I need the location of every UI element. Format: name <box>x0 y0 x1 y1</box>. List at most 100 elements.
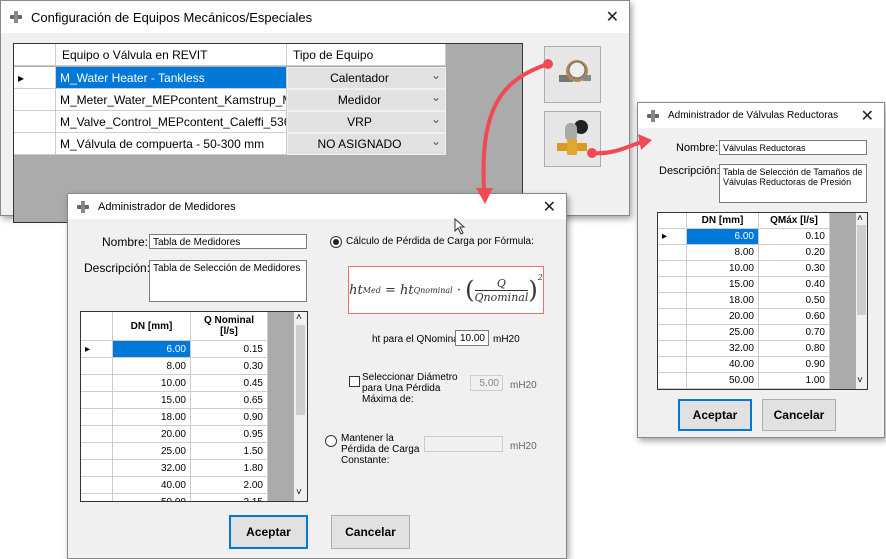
equipment-name-cell[interactable]: M_Valve_Control_MEPcontent_Caleffi_5360.… <box>56 111 287 133</box>
equipment-type-combo[interactable]: Medidor ⌄ <box>287 89 446 111</box>
dn-cell[interactable]: 8.00 <box>687 245 759 261</box>
flow-cell[interactable]: 0.30 <box>191 358 268 375</box>
row-header[interactable] <box>658 261 687 277</box>
scroll-down-icon[interactable]: ˅ <box>296 487 302 498</box>
scroll-down-icon[interactable]: ˅ <box>857 375 863 386</box>
scrollbar-thumb[interactable] <box>296 325 305 415</box>
meter-manager-button[interactable] <box>544 46 601 103</box>
dn-cell[interactable]: 50.00 <box>113 494 191 501</box>
cancel-button[interactable]: Cancelar <box>762 399 836 431</box>
dn-cell[interactable]: 6.00 <box>113 341 191 358</box>
row-header[interactable] <box>658 277 687 293</box>
scrollbar-thumb[interactable] <box>857 225 866 315</box>
flow-cell[interactable]: 0.65 <box>191 392 268 409</box>
scroll-up-icon[interactable]: ˄ <box>296 312 302 323</box>
row-header[interactable] <box>81 477 113 494</box>
row-header[interactable] <box>14 111 56 133</box>
flow-cell[interactable]: 0.90 <box>759 357 830 373</box>
flow-cell[interactable]: 0.20 <box>759 245 830 261</box>
flow-cell[interactable]: 0.95 <box>191 426 268 443</box>
vertical-scrollbar[interactable]: ˄ ˅ <box>294 312 307 501</box>
row-header[interactable] <box>81 375 113 392</box>
dn-cell[interactable]: 40.00 <box>687 357 759 373</box>
equipment-type-combo[interactable]: Calentador ⌄ <box>287 67 446 89</box>
row-header[interactable]: ▸ <box>14 67 56 89</box>
dn-cell[interactable]: 40.00 <box>113 477 191 494</box>
dn-cell[interactable]: 25.00 <box>113 443 191 460</box>
dn-cell[interactable]: 32.00 <box>687 341 759 357</box>
row-header[interactable] <box>81 358 113 375</box>
row-header[interactable] <box>81 460 113 477</box>
constant-loss-input[interactable] <box>424 436 503 452</box>
row-header[interactable] <box>14 89 56 111</box>
max-loss-input[interactable]: 5.00 <box>470 375 503 391</box>
close-icon[interactable]: ✕ <box>861 106 874 126</box>
formula-radio[interactable] <box>330 236 342 248</box>
column-header-dn[interactable]: DN [mm] <box>113 312 191 341</box>
accept-button[interactable]: Aceptar <box>678 399 752 431</box>
row-header[interactable] <box>81 443 113 460</box>
dn-cell[interactable]: 50.00 <box>687 373 759 389</box>
flow-cell[interactable]: 2.15 <box>191 494 268 501</box>
valve-manager-button[interactable] <box>544 111 601 167</box>
flow-cell[interactable]: 0.10 <box>759 229 830 245</box>
flow-cell[interactable]: 0.70 <box>759 325 830 341</box>
flow-cell[interactable]: 1.00 <box>759 373 830 389</box>
row-header[interactable] <box>658 309 687 325</box>
descripcion-input[interactable]: Tabla de Selección de Tamaños de Válvula… <box>719 164 867 203</box>
dn-cell[interactable]: 20.00 <box>113 426 191 443</box>
flow-cell[interactable]: 0.50 <box>759 293 830 309</box>
dn-cell[interactable]: 15.00 <box>687 277 759 293</box>
flow-cell[interactable]: 0.15 <box>191 341 268 358</box>
nombre-input[interactable]: Válvulas Reductoras <box>719 140 867 155</box>
column-header-qnominal[interactable]: Q Nominal [l/s] <box>191 312 268 341</box>
dn-cell[interactable]: 32.00 <box>113 460 191 477</box>
dn-cell[interactable]: 8.00 <box>113 358 191 375</box>
row-header[interactable] <box>658 293 687 309</box>
flow-cell[interactable]: 0.60 <box>759 309 830 325</box>
row-header[interactable] <box>658 357 687 373</box>
column-header-qmax[interactable]: QMáx [l/s] <box>759 213 830 229</box>
row-header[interactable] <box>14 133 56 155</box>
dn-cell[interactable]: 25.00 <box>687 325 759 341</box>
flow-cell[interactable]: 0.40 <box>759 277 830 293</box>
flow-cell[interactable]: 1.80 <box>191 460 268 477</box>
dn-cell[interactable]: 6.00 <box>687 229 759 245</box>
vertical-scrollbar[interactable]: ˄ ˅ <box>856 213 867 389</box>
ht-input[interactable]: 10.00 <box>455 330 489 346</box>
dn-cell[interactable]: 18.00 <box>687 293 759 309</box>
dn-cell[interactable]: 20.00 <box>687 309 759 325</box>
flow-cell[interactable]: 0.30 <box>759 261 830 277</box>
chevron-down-icon[interactable]: ⌄ <box>431 134 441 148</box>
flow-cell[interactable]: 1.50 <box>191 443 268 460</box>
equipment-type-combo[interactable]: NO ASIGNADO ⌄ <box>287 133 446 155</box>
flow-cell[interactable]: 2.00 <box>191 477 268 494</box>
row-header[interactable] <box>81 392 113 409</box>
scroll-up-icon[interactable]: ˄ <box>857 213 863 224</box>
row-header[interactable] <box>658 373 687 389</box>
row-header[interactable] <box>81 426 113 443</box>
nombre-input[interactable]: Tabla de Medidores <box>149 234 307 249</box>
equipment-name-cell[interactable]: M_Water Heater - Tankless <box>56 67 287 89</box>
accept-button[interactable]: Aceptar <box>229 515 308 549</box>
dn-cell[interactable]: 10.00 <box>687 261 759 277</box>
equipment-name-cell[interactable]: M_Meter_Water_MEPcontent_Kamstrup_M... <box>56 89 287 111</box>
flow-cell[interactable]: 0.90 <box>191 409 268 426</box>
equipment-type-combo[interactable]: VRP ⌄ <box>287 111 446 133</box>
max-loss-checkbox[interactable] <box>349 376 360 387</box>
flow-cell[interactable]: 0.80 <box>759 341 830 357</box>
column-header-equipo[interactable]: Equipo o Válvula en REVIT <box>56 44 287 66</box>
row-header[interactable]: ▸ <box>81 341 113 358</box>
constant-loss-radio[interactable] <box>325 435 337 447</box>
row-header[interactable] <box>81 494 113 501</box>
close-icon[interactable]: ✕ <box>606 7 619 27</box>
row-header[interactable]: ▸ <box>658 229 687 245</box>
chevron-down-icon[interactable]: ⌄ <box>431 112 441 126</box>
row-header[interactable] <box>658 325 687 341</box>
chevron-down-icon[interactable]: ⌄ <box>431 90 441 104</box>
close-icon[interactable]: ✕ <box>543 197 556 217</box>
dn-cell[interactable]: 18.00 <box>113 409 191 426</box>
chevron-down-icon[interactable]: ⌄ <box>431 68 441 82</box>
dn-cell[interactable]: 15.00 <box>113 392 191 409</box>
row-header[interactable] <box>658 341 687 357</box>
